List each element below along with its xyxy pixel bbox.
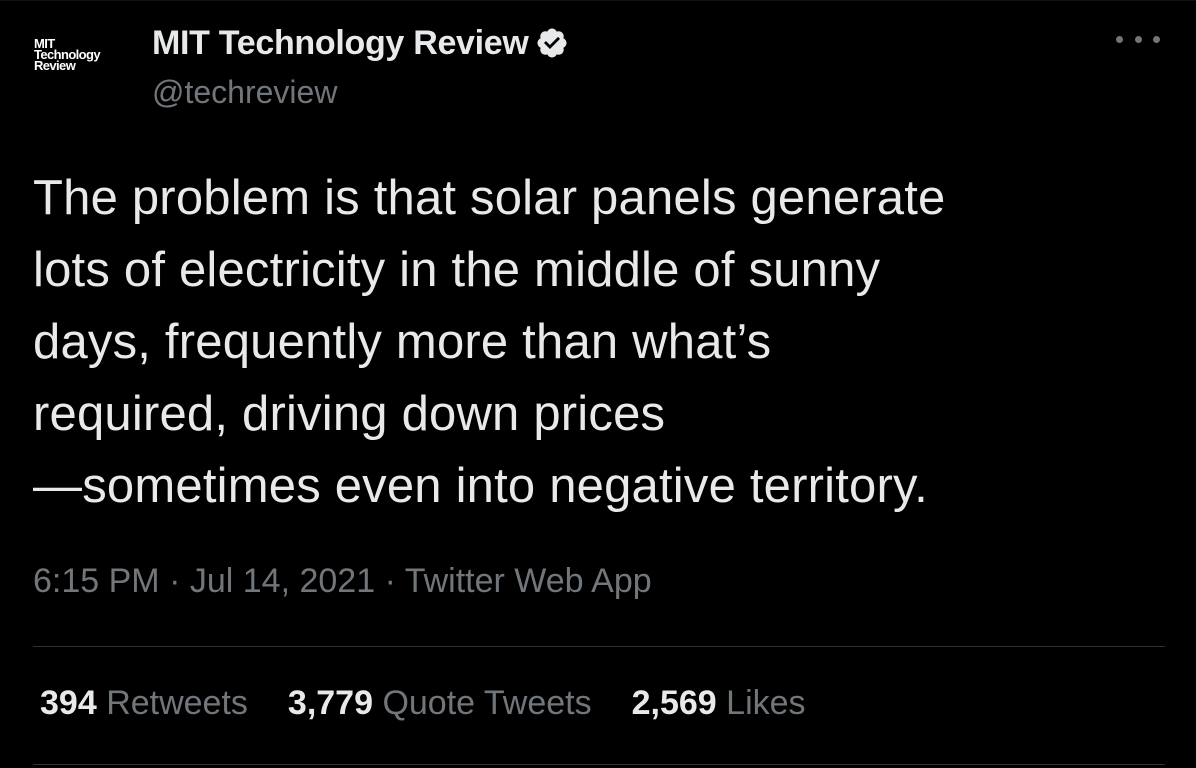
retweets-stat[interactable]: 394 Retweets (40, 684, 248, 723)
tweet-text-line: —sometimes even into negative territory. (33, 459, 928, 513)
tweet-text-line: lots of electricity in the middle of sun… (33, 243, 881, 297)
likes-count: 2,569 (631, 684, 727, 722)
meta-separator: · (384, 562, 405, 600)
tweet-stats: 394 Retweets 3,779 Quote Tweets 2,569 Li… (40, 684, 846, 723)
divider (33, 646, 1165, 647)
tweet-date[interactable]: Jul 14, 2021 (190, 562, 385, 600)
meta-separator: · (169, 562, 190, 600)
more-dot (1116, 35, 1123, 43)
name-row: MIT Technology Review (152, 18, 569, 68)
more-dot (1134, 35, 1142, 43)
tweet-metadata: 6:15 PM · Jul 14, 2021 · Twitter Web App (33, 562, 652, 601)
likes-stat[interactable]: 2,569 Likes (632, 684, 806, 723)
tweet-header: MIT Technology Review MIT Technology Rev… (30, 18, 1170, 128)
more-dot (1153, 35, 1160, 43)
tweet-source[interactable]: Twitter Web App (405, 562, 652, 600)
more-horizontal-icon[interactable] (1116, 30, 1160, 48)
quote-tweets-label: Quote Tweets (382, 684, 592, 722)
quote-tweets-count: 3,779 (287, 684, 383, 722)
top-border (0, 0, 1196, 1)
verified-badge-icon (535, 26, 569, 60)
quote-tweets-stat[interactable]: 3,779 Quote Tweets (288, 684, 592, 723)
tweet-text: The problem is that solar panels generat… (33, 162, 1173, 522)
tweet-text-line: days, frequently more than what’s (33, 315, 772, 369)
handle[interactable]: @techreview (152, 74, 337, 111)
retweets-label: Retweets (106, 684, 248, 722)
tweet-text-line: required, driving down prices (33, 387, 666, 441)
display-name[interactable]: MIT Technology Review (152, 24, 529, 63)
tweet-time[interactable]: 6:15 PM (33, 562, 169, 600)
divider (33, 764, 1165, 765)
avatar[interactable]: MIT Technology Review (34, 37, 124, 108)
retweets-count: 394 (40, 684, 107, 722)
tweet-text-line: The problem is that solar panels generat… (33, 171, 946, 225)
likes-label: Likes (726, 684, 806, 722)
